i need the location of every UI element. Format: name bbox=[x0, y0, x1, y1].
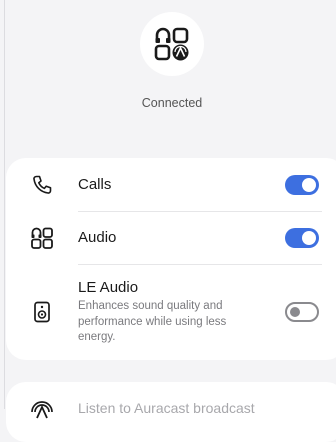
description-line: Enhances sound quality and bbox=[78, 300, 223, 312]
toggle-knob bbox=[302, 178, 316, 192]
audio-grid-icon bbox=[31, 227, 53, 249]
phone-icon bbox=[33, 175, 52, 194]
description-line: energy. bbox=[78, 331, 116, 343]
speaker-icon bbox=[34, 301, 50, 323]
toggle-knob bbox=[302, 231, 316, 245]
le-audio-toggle[interactable] bbox=[285, 302, 319, 322]
setting-label-calls: Calls bbox=[78, 176, 112, 193]
audio-toggle[interactable] bbox=[285, 228, 319, 248]
setting-row-le-audio[interactable]: LE Audio Enhances sound quality and perf… bbox=[6, 265, 336, 360]
device-icon bbox=[140, 12, 204, 76]
audio-device-icon bbox=[154, 27, 189, 61]
window-edge bbox=[4, 0, 5, 409]
auracast-icon bbox=[31, 401, 53, 419]
toggle-knob bbox=[290, 307, 300, 317]
auracast-label: Listen to Auracast broadcast bbox=[78, 400, 255, 416]
setting-row-audio[interactable]: Audio bbox=[6, 212, 336, 265]
auracast-card[interactable]: Listen to Auracast broadcast bbox=[6, 382, 336, 442]
settings-card: Calls Audio LE Audio Enhances sound qual… bbox=[6, 158, 336, 360]
connection-status: Connected bbox=[141, 96, 203, 110]
setting-label-le-audio: LE Audio bbox=[78, 279, 139, 296]
calls-toggle[interactable] bbox=[285, 175, 319, 195]
description-line: performance while using less bbox=[78, 315, 227, 328]
setting-row-calls[interactable]: Calls bbox=[6, 158, 336, 212]
setting-label-audio: Audio bbox=[78, 229, 117, 246]
le-audio-description: Enhances sound quality and performance w… bbox=[78, 299, 278, 346]
